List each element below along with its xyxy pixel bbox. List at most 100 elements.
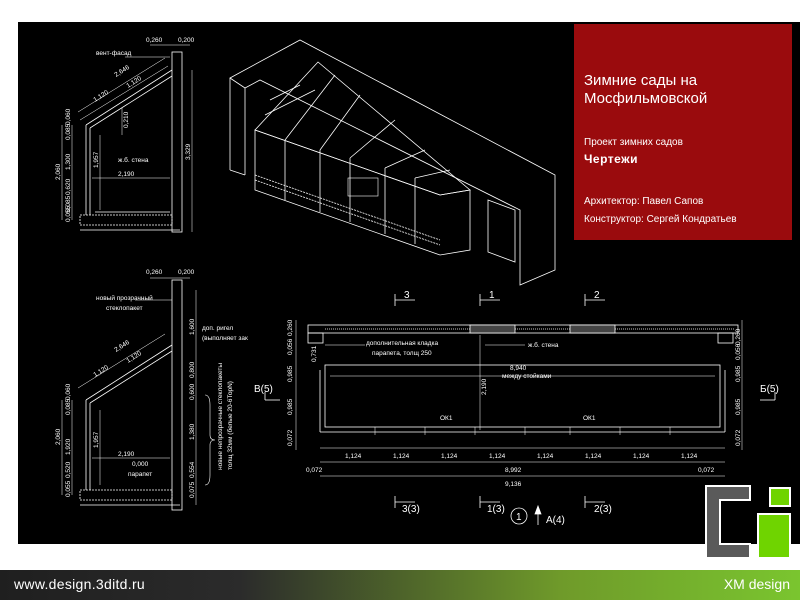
axonometric-view	[229, 39, 556, 286]
logo-grey-shape	[705, 485, 751, 559]
dim-b-top-1: 0,260	[146, 269, 163, 276]
label-masonry-2: парапета, толщ 250	[372, 350, 432, 357]
label-plan-wall: ж.б. стена	[528, 341, 559, 349]
dim-right: 3,329	[185, 143, 192, 160]
logo-green-square	[769, 487, 791, 507]
dim-b-slope-total: 2,646	[113, 339, 131, 354]
project-subtitle: Проект зимних садов	[584, 137, 683, 148]
plan-right-dim-4: 0,985	[735, 398, 742, 415]
bay-5: 1,124	[537, 453, 554, 460]
footer-brand: XM design	[723, 576, 790, 592]
bay-4: 1,124	[489, 453, 506, 460]
plan-left-dim-4: 0,985	[287, 365, 294, 382]
logo-green-block	[757, 513, 791, 559]
bay-7: 1,124	[633, 453, 650, 460]
bay-6: 1,124	[585, 453, 602, 460]
axis-a: A(4)	[546, 515, 565, 526]
dim-left-3: 1,300	[65, 153, 72, 170]
dim-b-left-6: 0,055	[65, 480, 72, 497]
axo-glazing	[254, 129, 471, 256]
architect-credit: Архитектор: Павел Сапов	[584, 196, 704, 207]
dim-b-inner-2: 2,190	[118, 451, 135, 458]
dim-span-note: между стойками	[502, 372, 552, 380]
dim-b-inner-1: 1,957	[93, 431, 100, 448]
dim-span: 8,940	[510, 365, 527, 372]
axis-bottom-1: 1(3)	[487, 504, 505, 515]
dim-b-slope-2: 1,120	[125, 350, 143, 365]
dim-b-right-3: 0,600	[189, 383, 196, 400]
dim-edge-left: 0,072	[306, 467, 323, 474]
dim-left-6: 0,055	[65, 205, 72, 222]
plan-left-dim-1: 0,260	[287, 319, 294, 336]
axis-top-2: 2	[594, 290, 600, 301]
dim-b-left-5: 2,060	[55, 428, 62, 445]
project-title-line-2: Мосфильмовской	[584, 90, 708, 107]
project-title: Зимние сады на Мосфильмовской	[584, 72, 707, 108]
plan-right-dim-5: 0,072	[735, 429, 742, 446]
dim-b-right-4: 1,380	[189, 423, 196, 440]
footer-url-link[interactable]: www.design.3ditd.ru	[14, 576, 145, 592]
dim-total: 9,136	[505, 481, 522, 488]
axo-door	[487, 199, 516, 263]
axis-bottom-2: 2(3)	[594, 504, 612, 515]
window-ok1-right: ОК1	[583, 415, 596, 422]
plan-right-dim-3: 0,985	[735, 365, 742, 382]
dim-b-left-4: 0,520	[65, 461, 72, 478]
section-top	[61, 44, 193, 233]
section-top-wall	[171, 51, 183, 233]
dim-b-slope-1: 1,120	[92, 364, 110, 379]
dim-b-right-6: 0,075	[189, 481, 196, 498]
dim-slope-2: 1,120	[125, 75, 143, 90]
footer-bar: www.design.3ditd.ru XM design	[0, 570, 800, 600]
label-masonry-1: дополнительная кладка	[366, 340, 439, 347]
dim-b-left-3: 1,920	[65, 438, 72, 455]
note-panels-2: толщ 32мм (белые 20-6ТорN)	[226, 381, 234, 470]
section-heading: Чертежи	[584, 152, 639, 166]
plan-right-dim-2: 0,056	[735, 343, 742, 360]
dim-inner-2: 2,190	[118, 171, 135, 178]
note-panels-1: новые непрозрачные стеклопакеты	[217, 363, 224, 470]
dim-inner-3: 0,210	[123, 111, 130, 128]
dim-b-right-1: 1,600	[189, 318, 196, 335]
section-bottom-wall	[171, 279, 183, 511]
dim-b-top-2: 0,200	[178, 269, 195, 276]
bay-3: 1,124	[441, 453, 458, 460]
dim-top-1: 0,260	[146, 37, 163, 44]
plan-left-dim-3: 0,731	[311, 345, 318, 362]
constructor-credit: Конструктор: Сергей Кондратьев	[584, 214, 737, 225]
plan-left-dim-2: 0,056	[287, 338, 294, 355]
axo-back-wall	[229, 39, 556, 286]
axis-top-1: 1	[489, 290, 495, 301]
section-mark-right: Б(5)	[760, 384, 779, 395]
dim-total-inner: 8,992	[505, 467, 522, 474]
axis-circle-label: 1	[516, 512, 522, 523]
label-parapet: парапет	[128, 471, 152, 478]
axis-bottom-3: 3(3)	[402, 504, 420, 515]
bay-1: 1,124	[345, 453, 362, 460]
dim-edge-right: 0,072	[698, 467, 715, 474]
plan-right-dim-1: 0,260	[735, 328, 742, 345]
dim-depth: 2,190	[481, 378, 488, 395]
dim-left-4: 0,620	[65, 178, 72, 195]
title-block: Зимние сады на Мосфильмовской Проект зим…	[574, 24, 792, 240]
company-logo	[705, 485, 791, 559]
label-glass-1: новый прозрачный	[96, 294, 153, 302]
dim-slope-1: 1,120	[92, 89, 110, 104]
dim-top-2: 0,200	[178, 37, 195, 44]
label-glass-2: стеклопакет	[106, 305, 143, 312]
project-title-line-1: Зимние сады на	[584, 72, 698, 89]
dim-b-left-2: 0,060	[65, 383, 72, 400]
window-ok1-left: ОК1	[440, 415, 453, 422]
axo-roof	[254, 61, 471, 196]
dim-b-inner-3: 0,000	[132, 461, 149, 468]
axis-top-3: 3	[404, 290, 410, 301]
bay-2: 1,124	[393, 453, 410, 460]
plan-left-dim-6: 0,072	[287, 429, 294, 446]
label-facade: вент-фасад	[96, 50, 132, 57]
label-rigel-1: доп. ригел	[202, 325, 233, 332]
dim-b-right-2: 0,800	[189, 361, 196, 378]
floor-plan	[264, 294, 776, 525]
label-wall: ж.б. стена	[118, 156, 149, 164]
dim-slope-total: 2,646	[113, 64, 131, 79]
dim-b-right-5: 0,554	[189, 461, 196, 478]
